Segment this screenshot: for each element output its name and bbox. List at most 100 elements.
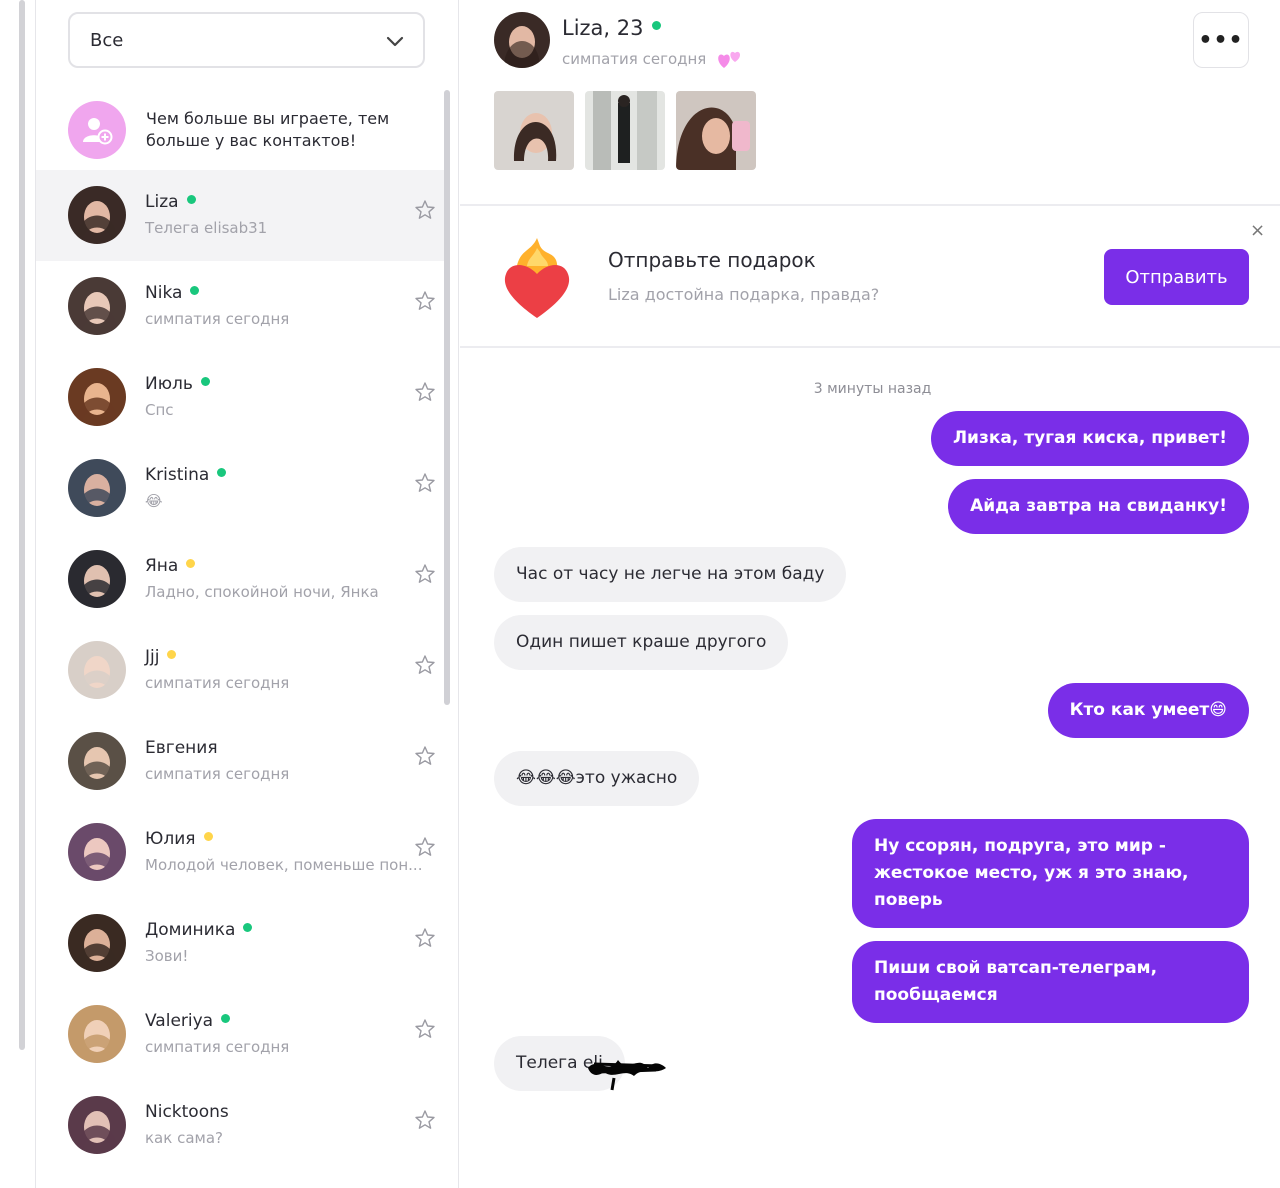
send-gift-button[interactable]: Отправить — [1104, 249, 1249, 305]
contact-name-text: Доминика — [145, 920, 236, 940]
chevron-down-icon — [386, 36, 404, 47]
online-status-dot — [186, 194, 196, 204]
profile-photo-2[interactable] — [585, 91, 665, 170]
more-options-button[interactable]: ••• — [1193, 12, 1249, 68]
star-icon[interactable] — [414, 199, 436, 221]
contact-item[interactable]: Valeriya симпатия сегодня — [36, 989, 444, 1080]
away-status-dot — [186, 558, 196, 568]
contact-name: Евгения — [145, 738, 218, 758]
contact-avatar — [68, 641, 126, 699]
star-icon[interactable] — [414, 1018, 436, 1040]
outer-scrollbar[interactable] — [0, 0, 36, 1188]
contact-last-message: Молодой человек, поменьше пон... — [145, 856, 423, 874]
online-status-dot — [221, 1013, 231, 1023]
contact-avatar — [68, 823, 126, 881]
contact-avatar — [68, 914, 126, 972]
star-icon[interactable] — [414, 927, 436, 949]
contact-name-text: Nika — [145, 283, 183, 303]
contact-last-message: симпатия сегодня — [145, 310, 290, 328]
star-icon[interactable] — [414, 563, 436, 585]
filter-select-value: Все — [90, 29, 124, 51]
contact-last-message: симпатия сегодня — [145, 1038, 290, 1056]
contact-item[interactable]: Доминика Зови! — [36, 898, 444, 989]
profile-photo-1[interactable] — [494, 91, 574, 170]
contacts-filter-select[interactable]: Все — [68, 12, 425, 68]
contact-last-message: Спс — [145, 401, 174, 419]
hearts-icon — [718, 51, 741, 68]
contact-item[interactable]: Евгения симпатия сегодня — [36, 716, 444, 807]
outer-scrollbar-thumb[interactable] — [19, 0, 25, 1050]
contact-name: Яна — [145, 556, 196, 576]
contact-item[interactable]: Jjj симпатия сегодня — [36, 625, 444, 716]
outgoing-message: Лизка, тугая киска, привет! — [930, 411, 1249, 466]
contact-name-text: Jjj — [145, 647, 160, 667]
online-status-dot — [190, 285, 200, 295]
contact-item[interactable]: Liza Телега elisab31 — [36, 170, 444, 261]
star-icon[interactable] — [414, 1109, 436, 1131]
away-status-dot — [167, 649, 177, 659]
contact-name: Юлия — [145, 829, 213, 849]
gift-subtitle: Liza достойна подарка, правда? — [608, 285, 880, 304]
away-status-dot — [203, 831, 213, 841]
outgoing-message: Ну ссорян, подруга, это мир - жестокое м… — [852, 819, 1249, 928]
contact-name: Jjj — [145, 647, 177, 667]
contact-last-message: 😂 — [145, 492, 163, 510]
star-icon[interactable] — [414, 836, 436, 858]
contact-name-text: Яна — [145, 556, 179, 576]
contact-name-text: Июль — [145, 374, 193, 394]
online-status-dot — [217, 467, 227, 477]
header-divider — [460, 204, 1280, 206]
redaction-scribble — [588, 1060, 666, 1091]
contact-avatar — [68, 186, 126, 244]
contact-name-text: Kristina — [145, 465, 210, 485]
contact-avatar — [68, 1005, 126, 1063]
contact-last-message: как сама? — [145, 1129, 223, 1147]
promo-text: Чем больше вы играете, тем больше у вас … — [146, 109, 390, 150]
online-status-dot — [651, 20, 661, 30]
chat-pane: Liza, 23 симпатия сегодня ••• × Отправьт… — [460, 0, 1280, 1188]
add-contact-icon — [68, 101, 126, 159]
incoming-message: 😂😂😂это ужасно — [494, 751, 700, 806]
contact-name: Nika — [145, 283, 200, 303]
contacts-scrollbar[interactable] — [444, 90, 450, 705]
star-icon[interactable] — [414, 381, 436, 403]
contact-last-message: симпатия сегодня — [145, 674, 290, 692]
star-icon[interactable] — [414, 745, 436, 767]
gift-close-button[interactable]: × — [1250, 220, 1265, 241]
contact-item[interactable]: Июль Спс — [36, 352, 444, 443]
incoming-message: Час от часу не легче на этом баду — [494, 547, 847, 602]
contact-item[interactable]: Nika симпатия сегодня — [36, 261, 444, 352]
contact-name: Доминика — [145, 920, 253, 940]
contact-avatar — [68, 277, 126, 335]
contact-item[interactable]: Яна Ладно, спокойной ночи, Янка — [36, 534, 444, 625]
profile-photo-3[interactable] — [676, 91, 756, 170]
contact-avatar — [68, 368, 126, 426]
chat-header-subtitle: симпатия сегодня — [562, 48, 746, 70]
chat-header-name: Liza, 23 — [562, 16, 661, 40]
outgoing-message: Кто как умеет😄 — [1047, 683, 1249, 738]
contact-last-message: симпатия сегодня — [145, 765, 290, 783]
contact-avatar — [68, 732, 126, 790]
star-icon[interactable] — [414, 472, 436, 494]
more-options-icon: ••• — [1198, 27, 1244, 53]
contact-last-message: Ладно, спокойной ночи, Янка — [145, 583, 379, 601]
burning-heart-icon — [504, 238, 570, 318]
chat-header-avatar[interactable] — [494, 12, 550, 68]
contacts-sidebar: Все Чем больше вы играете, тем больше у … — [36, 0, 459, 1188]
contact-item[interactable]: Nicktoons как сама? — [36, 1080, 444, 1171]
outgoing-message: Айда завтра на свиданку! — [948, 479, 1249, 534]
contact-name: Liza — [145, 192, 196, 212]
contact-name: Kristina — [145, 465, 227, 485]
contact-avatar — [68, 459, 126, 517]
gift-divider — [460, 346, 1280, 348]
star-icon[interactable] — [414, 654, 436, 676]
star-icon[interactable] — [414, 290, 436, 312]
contact-avatar — [68, 550, 126, 608]
contact-name-text: Valeriya — [145, 1011, 214, 1031]
outgoing-message: Пиши свой ватсап-телеграм, пообщаемся — [852, 941, 1249, 1023]
contact-item[interactable]: Юлия Молодой человек, поменьше пон... — [36, 807, 444, 898]
online-status-dot — [243, 922, 253, 932]
contact-item[interactable]: Kristina 😂 — [36, 443, 444, 534]
contact-last-message: Телега elisab31 — [145, 219, 268, 237]
contact-name-text: Юлия — [145, 829, 196, 849]
